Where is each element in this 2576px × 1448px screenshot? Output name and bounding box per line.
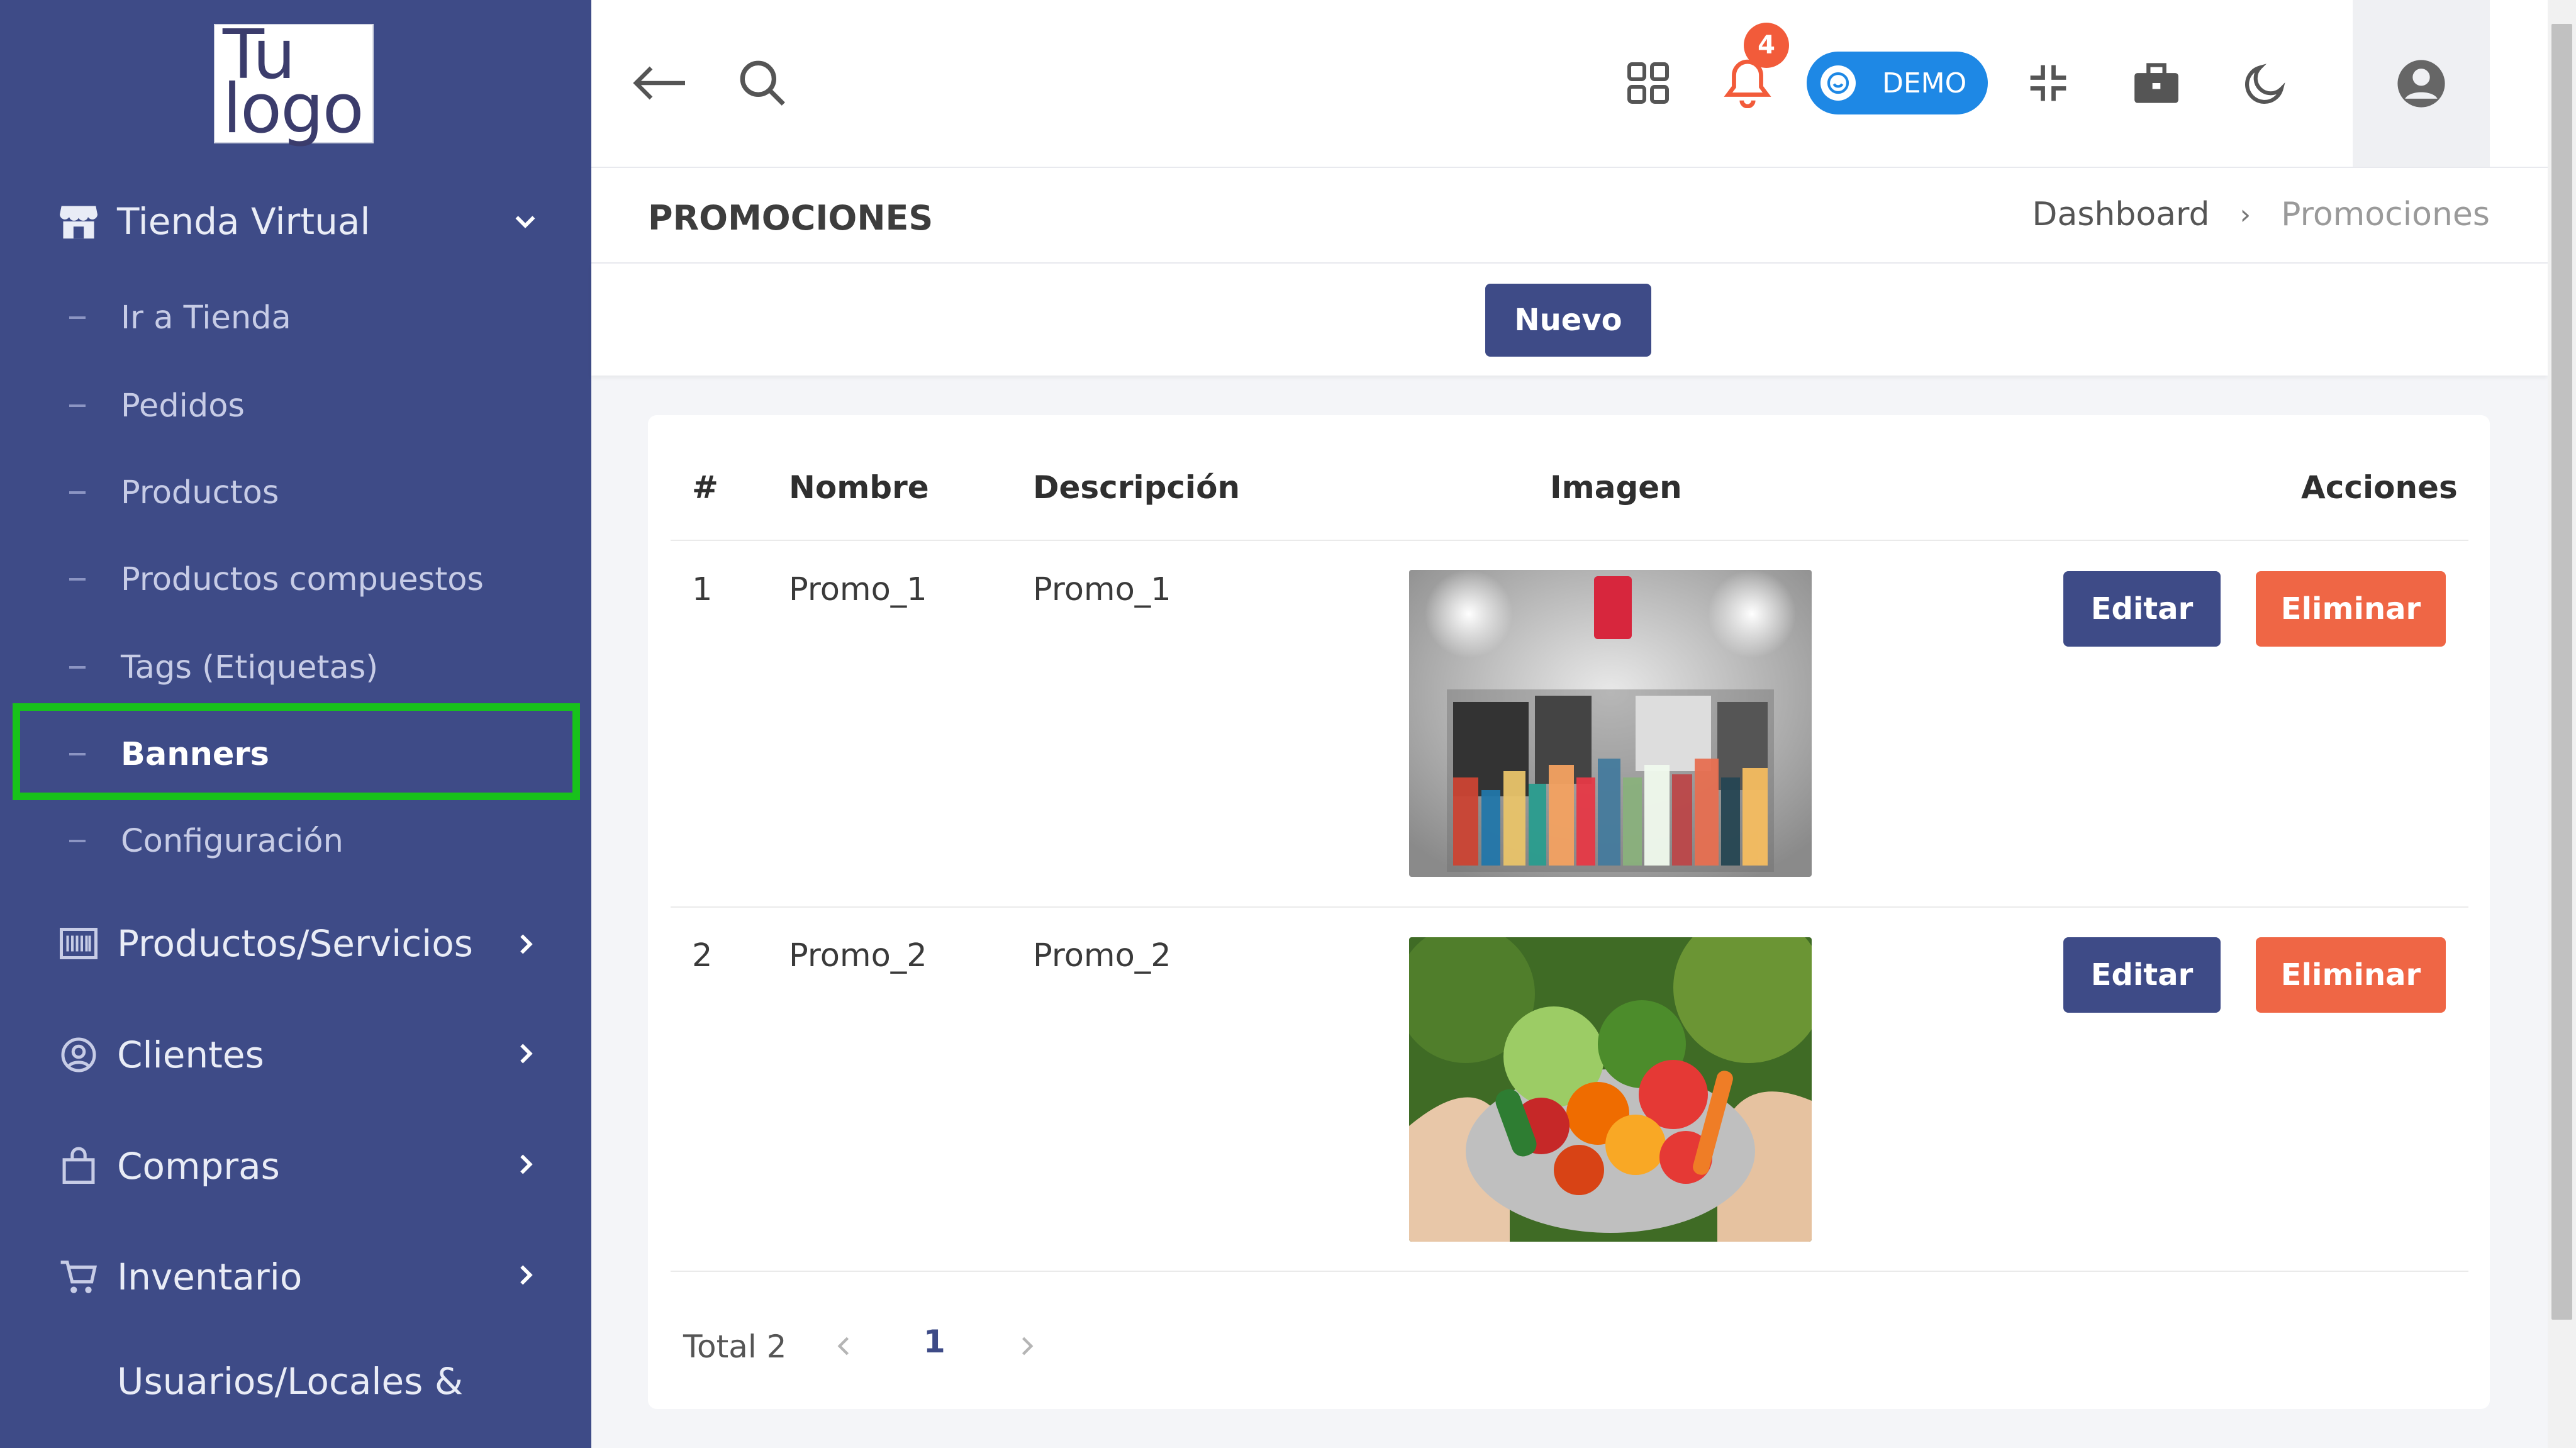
search-icon[interactable] bbox=[731, 52, 794, 114]
col-header-description: Descripción bbox=[1033, 469, 1241, 506]
action-bar: Nuevo bbox=[591, 264, 2548, 376]
sidebar-group-label: Productos/Servicios bbox=[117, 922, 473, 965]
apps-grid-icon[interactable] bbox=[1617, 52, 1680, 114]
row-name: Promo_2 bbox=[789, 937, 927, 974]
col-header-name: Nombre bbox=[789, 469, 929, 506]
page-header: PROMOCIONES Dashboard › Promociones bbox=[591, 168, 2548, 264]
compress-icon[interactable] bbox=[2017, 52, 2080, 114]
user-avatar-icon bbox=[2397, 59, 2445, 108]
edit-button[interactable]: Editar bbox=[2063, 571, 2221, 647]
moon-icon[interactable] bbox=[2234, 52, 2297, 114]
briefcase-icon[interactable] bbox=[2125, 52, 2188, 114]
sidebar-group-productos-servicios[interactable]: Productos/Servicios bbox=[57, 906, 473, 981]
sidebar-section-tienda-virtual[interactable]: Tienda Virtual bbox=[57, 184, 371, 259]
breadcrumb-current: Promociones bbox=[2281, 196, 2490, 233]
promo-image-vegetables bbox=[1409, 937, 1812, 1242]
sidebar-group-label: Compras bbox=[117, 1145, 280, 1188]
row-number: 1 bbox=[692, 571, 713, 608]
new-button[interactable]: Nuevo bbox=[1485, 284, 1651, 357]
demo-toggle-knob-icon bbox=[1820, 65, 1856, 101]
topbar: 4 DEMO bbox=[591, 0, 2548, 168]
row-name: Promo_1 bbox=[789, 571, 927, 608]
barcode-icon bbox=[57, 922, 101, 966]
sidebar-group-label: Usuarios/Locales & bbox=[117, 1360, 464, 1403]
page-title: PROMOCIONES bbox=[648, 198, 934, 238]
sidebar-group-inventario[interactable]: Inventario bbox=[57, 1239, 302, 1315]
notification-badge: 4 bbox=[1744, 23, 1789, 68]
delete-button[interactable]: Eliminar bbox=[2256, 937, 2446, 1013]
store-icon bbox=[57, 199, 101, 243]
col-header-actions: Acciones bbox=[2301, 469, 2458, 506]
scrollbar[interactable] bbox=[2548, 0, 2576, 1448]
cart-icon bbox=[57, 1255, 101, 1299]
sidebar-group-compras[interactable]: Compras bbox=[57, 1128, 280, 1204]
sidebar: Tu logo Tienda Virtual Ir a Tienda Pedid… bbox=[0, 0, 591, 1448]
promo-image-products bbox=[1409, 570, 1812, 877]
sidebar-group-label: Clientes bbox=[117, 1033, 264, 1076]
sidebar-item-ir-a-tienda[interactable]: Ir a Tienda bbox=[69, 289, 291, 346]
sidebar-item-productos[interactable]: Productos bbox=[69, 464, 279, 521]
sidebar-item-configuracion[interactable]: Configuración bbox=[69, 813, 343, 869]
pagination-current-page[interactable]: 1 bbox=[923, 1323, 945, 1360]
scrollbar-thumb[interactable] bbox=[2551, 24, 2572, 1320]
divider bbox=[671, 540, 2468, 541]
sidebar-group-label: Inventario bbox=[117, 1256, 303, 1298]
user-circle-icon bbox=[57, 1033, 101, 1077]
sidebar-group-usuarios-locales[interactable]: Usuarios/Locales & bbox=[57, 1344, 463, 1419]
logo[interactable]: Tu logo bbox=[214, 21, 374, 148]
sidebar-item-pedidos[interactable]: Pedidos bbox=[69, 377, 245, 434]
next-page-icon[interactable] bbox=[1013, 1332, 1040, 1360]
logo-line2: logo bbox=[223, 70, 364, 148]
breadcrumb-dashboard[interactable]: Dashboard bbox=[2032, 196, 2209, 233]
chevron-down-icon[interactable] bbox=[511, 208, 540, 237]
row-description: Promo_2 bbox=[1033, 937, 1171, 974]
row-description: Promo_1 bbox=[1033, 571, 1171, 608]
sidebar-section-label: Tienda Virtual bbox=[117, 200, 371, 243]
pagination-total: Total 2 bbox=[683, 1328, 787, 1365]
delete-button[interactable]: Eliminar bbox=[2256, 571, 2446, 647]
col-header-number: # bbox=[692, 469, 718, 506]
breadcrumb-separator: › bbox=[2239, 198, 2251, 231]
app-root: Tu logo Tienda Virtual Ir a Tienda Pedid… bbox=[0, 0, 2576, 1448]
shopping-bag-icon bbox=[57, 1144, 101, 1188]
divider bbox=[671, 1271, 2468, 1272]
sidebar-item-productos-compuestos[interactable]: Productos compuestos bbox=[69, 551, 484, 608]
back-arrow-icon[interactable] bbox=[629, 52, 692, 114]
chevron-right-icon bbox=[520, 1044, 533, 1064]
sidebar-group-clientes[interactable]: Clientes bbox=[57, 1017, 264, 1093]
row-number: 2 bbox=[692, 937, 713, 974]
highlight-box bbox=[13, 703, 580, 800]
prev-page-icon[interactable] bbox=[830, 1332, 858, 1360]
chevron-right-icon bbox=[520, 1154, 533, 1174]
demo-label: DEMO bbox=[1882, 67, 1967, 99]
col-header-image: Imagen bbox=[1550, 469, 1682, 506]
user-menu[interactable] bbox=[2353, 0, 2490, 167]
demo-toggle[interactable]: DEMO bbox=[1807, 52, 1988, 114]
chevron-right-icon bbox=[520, 934, 533, 954]
chevron-right-icon bbox=[520, 1265, 533, 1285]
breadcrumb: Dashboard › Promociones bbox=[2032, 196, 2490, 233]
edit-button[interactable]: Editar bbox=[2063, 937, 2221, 1013]
promotions-table: # Nombre Descripción Imagen Acciones 1 P… bbox=[648, 415, 2490, 1409]
sidebar-item-tags[interactable]: Tags (Etiquetas) bbox=[69, 639, 378, 696]
divider bbox=[671, 906, 2468, 908]
